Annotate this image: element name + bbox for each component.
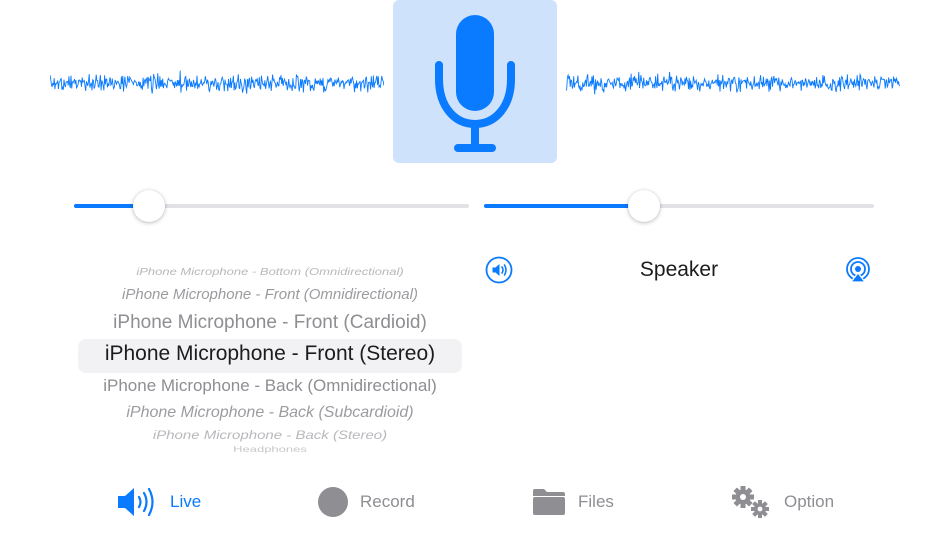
slider-fill xyxy=(484,204,644,208)
tab-option[interactable]: Option xyxy=(730,478,834,526)
gears-icon xyxy=(732,486,769,518)
input-device-picker[interactable]: iPhone Microphone - Bottom (Omnidirectio… xyxy=(78,258,462,454)
tab-option-label: Option xyxy=(784,492,835,511)
output-waveform xyxy=(566,60,900,106)
folder-icon xyxy=(533,489,565,515)
microphone-toggle-button[interactable] xyxy=(393,0,557,163)
picker-option[interactable]: Headphones xyxy=(78,445,462,454)
input-gain-slider[interactable] xyxy=(74,190,469,222)
picker-option-selected[interactable]: iPhone Microphone - Front (Stereo) xyxy=(78,342,462,366)
waveform-trace xyxy=(50,70,384,94)
output-device-label: Speaker xyxy=(639,258,719,281)
tab-live[interactable]: Live xyxy=(116,478,201,526)
tab-bar: Live Record Files Option xyxy=(0,478,950,526)
tab-files[interactable]: Files xyxy=(532,478,614,526)
picker-option[interactable]: iPhone Microphone - Front (Omnidirection… xyxy=(78,286,462,303)
tab-record-label: Record xyxy=(360,492,415,511)
record-circle-icon xyxy=(318,487,348,517)
microphone-icon xyxy=(435,14,515,152)
airplay-icon[interactable] xyxy=(844,256,872,284)
picker-option[interactable]: iPhone Microphone - Front (Cardioid) xyxy=(78,312,462,334)
picker-option[interactable]: iPhone Microphone - Bottom (Omnidirectio… xyxy=(78,266,462,278)
picker-option[interactable]: iPhone Microphone - Back (Subcardioid) xyxy=(78,404,462,422)
picker-option[interactable]: iPhone Microphone - Back (Omnidirectiona… xyxy=(78,376,462,396)
output-volume-slider[interactable] xyxy=(484,190,874,222)
picker-option[interactable]: iPhone Microphone - Back (Stereo) xyxy=(78,429,462,443)
tab-record[interactable]: Record xyxy=(318,478,415,526)
tab-live-label: Live xyxy=(170,492,202,511)
slider-thumb[interactable] xyxy=(133,190,165,222)
output-route-row: Speaker xyxy=(484,254,874,286)
input-waveform xyxy=(50,60,384,106)
slider-thumb[interactable] xyxy=(628,190,660,222)
tab-files-label: Files xyxy=(578,492,614,511)
waveform-trace xyxy=(566,71,900,95)
app-screen: iPhone Microphone - Bottom (Omnidirectio… xyxy=(0,0,950,534)
speaker-wave-icon xyxy=(118,487,154,517)
